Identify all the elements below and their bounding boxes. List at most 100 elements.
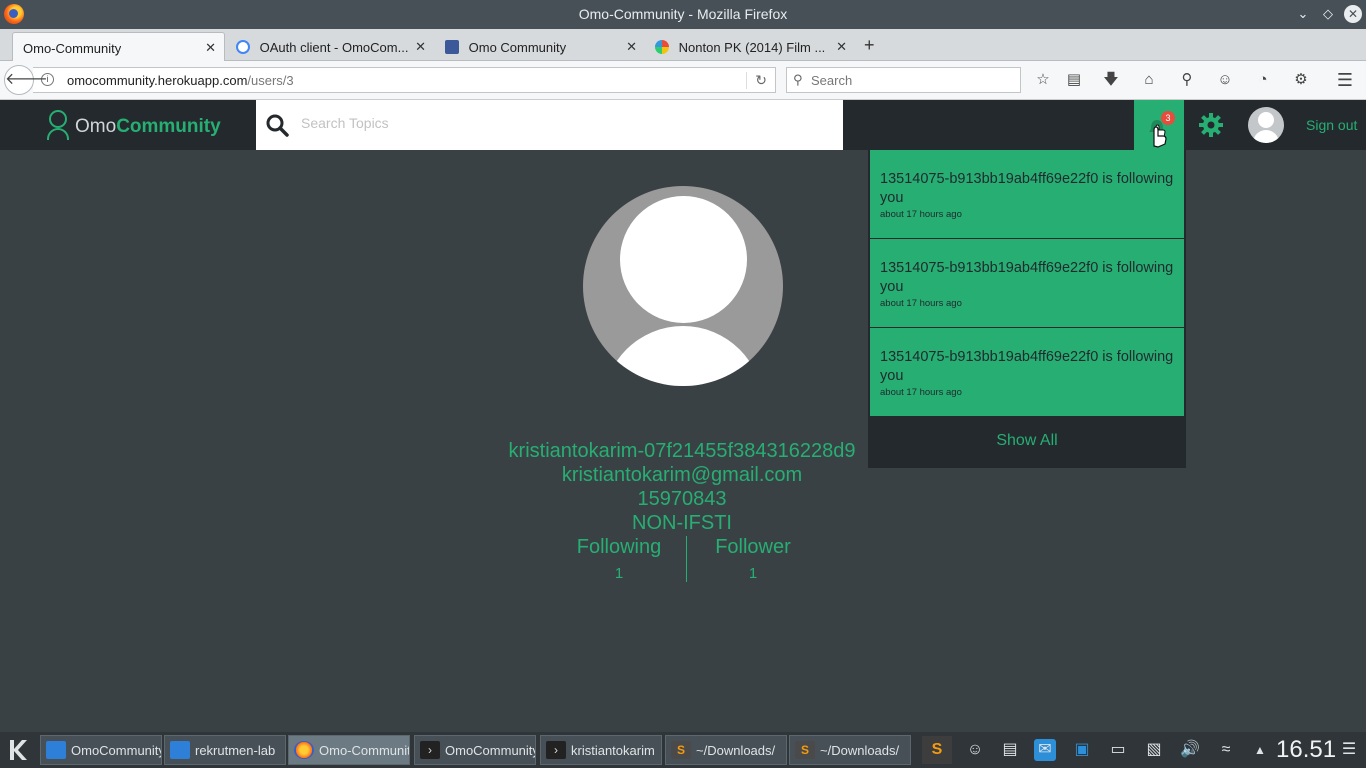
follower-stat[interactable]: Follower 1 <box>705 536 801 582</box>
download-icon[interactable]: 🡇 <box>1101 70 1121 90</box>
profile-avatar <box>583 186 783 386</box>
pocket-icon[interactable]: ◔ <box>1253 70 1273 90</box>
url-bar[interactable]: i omocommunity.herokuapp.com/users/3 ↻ <box>33 67 776 93</box>
task-button[interactable]: › kristiantokarim <box>540 735 662 765</box>
sublime-tray-icon[interactable]: S <box>922 736 952 764</box>
back-button[interactable]: 🡐 <box>4 65 48 95</box>
tab-label: Omo Community <box>468 40 567 55</box>
task-button[interactable]: OmoCommunity <box>40 735 162 765</box>
following-label: Following <box>576 536 662 558</box>
mail-icon <box>170 741 190 759</box>
tab-label: Omo-Community <box>23 41 122 56</box>
task-label: ~/Downloads/ <box>696 743 776 758</box>
notification-text: 13514075-b913bb19ab4ff69e22f0 is followi… <box>880 349 1174 384</box>
taskbar: OmoCommunity rekrutmen-lab Omo-Community… <box>0 732 1366 768</box>
profile-department: NON-IFSTI <box>632 512 732 534</box>
notification-text: 13514075-b913bb19ab4ff69e22f0 is followi… <box>880 260 1174 295</box>
task-label: kristiantokarim <box>571 743 655 758</box>
tab-omo-community[interactable]: Omo-Community ✕ <box>12 32 225 61</box>
clock[interactable]: 16.51 <box>1276 736 1336 764</box>
user-switch-icon[interactable]: ☺ <box>964 739 986 761</box>
chat-icon[interactable]: ☺ <box>1215 70 1235 90</box>
user-avatar[interactable] <box>1248 107 1284 143</box>
tray-expand-icon[interactable]: ▲ <box>1249 739 1271 761</box>
stats-divider <box>686 536 687 582</box>
sign-out-link[interactable]: Sign out <box>1306 117 1357 133</box>
window-titlebar: Omo-Community - Mozilla Firefox ⌄ ◇ ✕ <box>0 0 1366 29</box>
notification-item[interactable]: 13514075-b913bb19ab4ff69e22f0 is followi… <box>870 150 1184 238</box>
tab-label: OAuth client - OmoCom... <box>259 40 409 55</box>
task-button[interactable]: › OmoCommunity <box>414 735 536 765</box>
reading-list-icon[interactable]: ▤ <box>1064 70 1084 90</box>
task-button[interactable]: rekrutmen-lab <box>164 735 286 765</box>
notification-item[interactable]: 13514075-b913bb19ab4ff69e22f0 is followi… <box>870 328 1184 416</box>
google-icon <box>236 40 250 54</box>
task-label: OmoCommunity <box>71 743 162 758</box>
tab-nonton-pk[interactable]: Nonton PK (2014) Film ... ✕ <box>645 32 855 61</box>
browser-search-field[interactable]: ⚲ Search <box>786 67 1021 93</box>
hamburger-menu-icon[interactable]: ☰ <box>1335 70 1355 90</box>
panel-menu-icon[interactable]: ☰ <box>1338 739 1360 761</box>
extension-icon[interactable]: ⚙ <box>1291 70 1311 90</box>
task-button[interactable]: S ~/Downloads/ <box>789 735 911 765</box>
profile-student-id: 15970843 <box>637 488 727 510</box>
volume-icon[interactable]: 🔊 <box>1179 739 1201 761</box>
new-tab-button[interactable]: + <box>864 35 875 56</box>
task-label: ~/Downloads/ <box>820 743 900 758</box>
close-tab-icon[interactable]: ✕ <box>205 40 216 56</box>
clipboard-icon[interactable]: ▤ <box>999 739 1021 761</box>
show-all-notifications-button[interactable]: Show All <box>870 416 1184 466</box>
tool-icon[interactable]: ⚲ <box>1177 70 1197 90</box>
sublime-icon: S <box>671 741 691 759</box>
task-label: OmoCommunity <box>445 743 536 758</box>
navigation-bar: i omocommunity.herokuapp.com/users/3 ↻ 🡐… <box>0 61 1366 100</box>
device-icon[interactable]: ▧ <box>1143 739 1165 761</box>
topic-search-input[interactable] <box>301 115 801 131</box>
following-stat[interactable]: Following 1 <box>568 536 670 582</box>
follower-count: 1 <box>748 565 758 582</box>
minimize-icon[interactable]: ⌄ <box>1294 5 1312 23</box>
wifi-icon[interactable]: ≈ <box>1215 739 1237 761</box>
notifications-tray-icon[interactable]: ✉ <box>1034 739 1056 761</box>
home-icon[interactable]: ⌂ <box>1139 70 1159 90</box>
terminal-icon: › <box>420 741 440 759</box>
terminal-icon: › <box>546 741 566 759</box>
notification-item[interactable]: 13514075-b913bb19ab4ff69e22f0 is followi… <box>870 239 1184 327</box>
sublime-icon: S <box>795 741 815 759</box>
reload-icon[interactable]: ↻ <box>746 72 767 89</box>
notification-time: about 17 hours ago <box>880 298 962 309</box>
package-icon[interactable]: ▣ <box>1071 739 1093 761</box>
close-tab-icon[interactable]: ✕ <box>836 39 847 55</box>
notification-text: 13514075-b913bb19ab4ff69e22f0 is followi… <box>880 171 1174 206</box>
following-count: 1 <box>614 565 624 582</box>
follower-label: Follower <box>715 536 791 558</box>
tab-strip: Omo-Community ✕ OAuth client - OmoCom...… <box>0 29 1366 61</box>
application-launcher-icon[interactable] <box>4 736 32 764</box>
close-tab-icon[interactable]: ✕ <box>626 39 637 55</box>
tab-oauth-client[interactable]: OAuth client - OmoCom... ✕ <box>226 32 434 61</box>
notification-time: about 17 hours ago <box>880 387 962 398</box>
notification-time: about 17 hours ago <box>880 209 962 220</box>
tab-label: Nonton PK (2014) Film ... <box>678 40 826 55</box>
task-label: rekrutmen-lab <box>195 743 276 758</box>
battery-icon[interactable]: ▭ <box>1107 739 1129 761</box>
notifications-dropdown: 13514075-b913bb19ab4ff69e22f0 is followi… <box>868 150 1186 468</box>
task-button[interactable]: S ~/Downloads/ <box>665 735 787 765</box>
bookmark-star-icon[interactable]: ☆ <box>1033 70 1053 90</box>
site-favicon-icon <box>655 40 669 54</box>
person-logo-icon <box>46 110 70 140</box>
notification-badge: 3 <box>1161 111 1175 125</box>
gear-icon[interactable] <box>1198 112 1224 138</box>
search-icon: ⚲ <box>793 72 803 87</box>
tab-facebook[interactable]: Omo Community ✕ <box>435 32 645 61</box>
task-label: Omo-Community <box>319 743 410 758</box>
search-icon <box>266 114 289 137</box>
facebook-icon <box>445 40 459 54</box>
search-placeholder: Search <box>811 73 853 88</box>
close-tab-icon[interactable]: ✕ <box>415 39 426 55</box>
brand-text: OmoCommunity <box>75 116 221 137</box>
task-button[interactable]: Omo-Community <box>288 735 410 765</box>
close-window-icon[interactable]: ✕ <box>1344 5 1362 23</box>
mail-icon <box>46 741 66 759</box>
maximize-icon[interactable]: ◇ <box>1319 5 1337 23</box>
